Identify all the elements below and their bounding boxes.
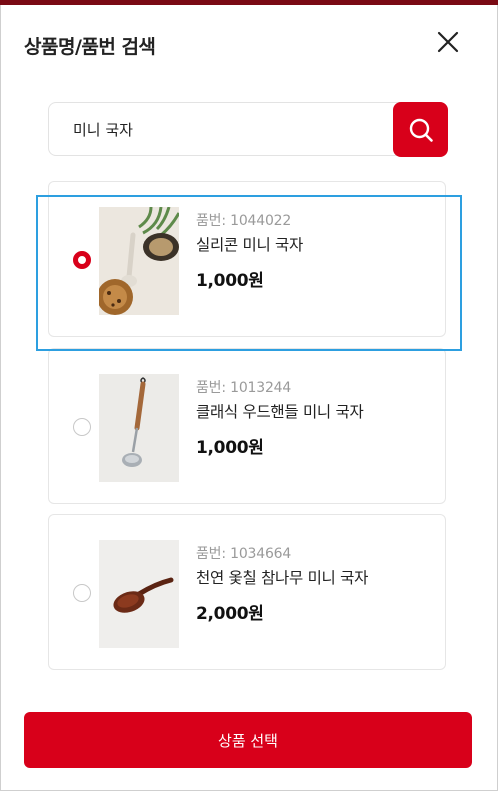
search-input[interactable] xyxy=(49,103,389,155)
product-card[interactable]: 품번: 1034664 천연 옻칠 참나무 미니 국자 2,000원 xyxy=(48,514,446,670)
product-radio-selected[interactable] xyxy=(73,251,91,269)
product-card[interactable]: 품번: 1044022 실리콘 미니 국자 1,000원 xyxy=(48,181,446,337)
search-bar xyxy=(48,102,448,157)
product-price: 1,000원 xyxy=(196,438,264,458)
product-code: 품번: 1013244 xyxy=(196,380,292,396)
product-image xyxy=(99,374,179,482)
modal-title: 상품명/품번 검색 xyxy=(24,36,156,58)
product-price: 1,000원 xyxy=(196,271,264,291)
close-icon xyxy=(437,31,459,53)
product-image xyxy=(99,207,179,315)
product-code: 품번: 1034664 xyxy=(196,546,292,562)
product-card[interactable]: 품번: 1013244 클래식 우드핸들 미니 국자 1,000원 xyxy=(48,348,446,504)
search-icon xyxy=(409,118,433,142)
product-radio[interactable] xyxy=(73,418,91,436)
product-name: 클래식 우드핸들 미니 국자 xyxy=(196,403,364,421)
search-button[interactable] xyxy=(393,102,448,157)
product-name: 실리콘 미니 국자 xyxy=(196,236,303,254)
close-button[interactable] xyxy=(434,28,462,56)
product-image xyxy=(99,540,179,648)
select-product-button[interactable]: 상품 선택 xyxy=(24,712,472,768)
product-code: 품번: 1044022 xyxy=(196,213,292,229)
top-accent-bar xyxy=(0,0,498,5)
product-radio[interactable] xyxy=(73,584,91,602)
product-price: 2,000원 xyxy=(196,604,264,624)
product-name: 천연 옻칠 참나무 미니 국자 xyxy=(196,569,369,587)
